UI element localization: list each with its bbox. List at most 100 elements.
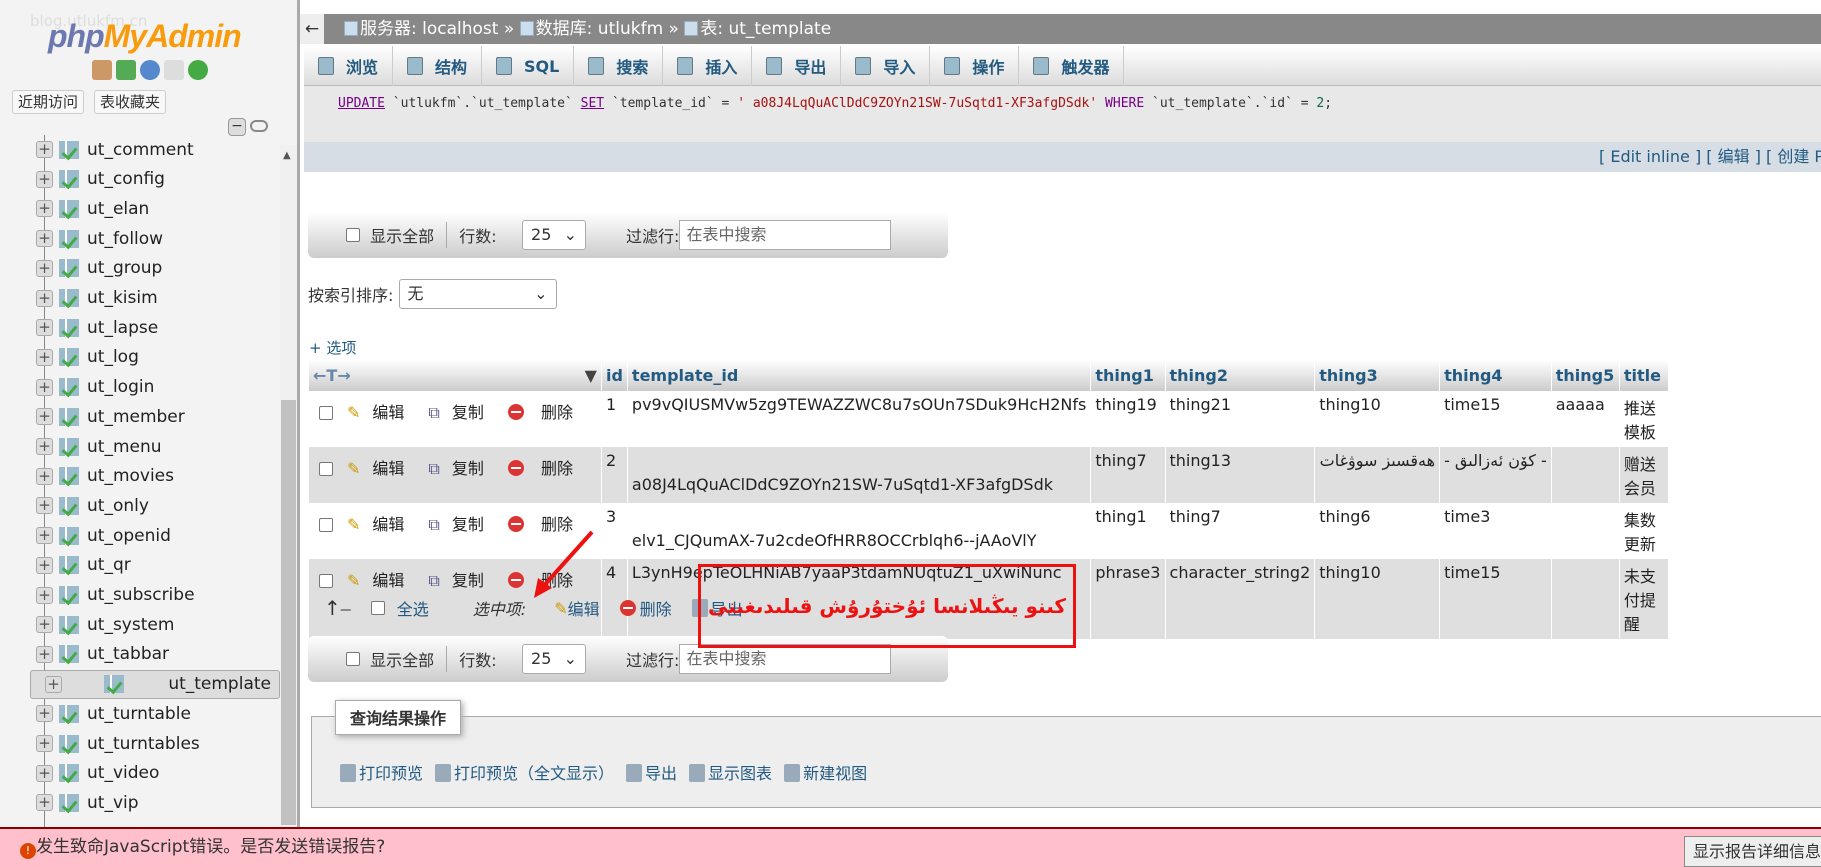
cell-thing4[interactable]: time15 [1439, 559, 1552, 639]
bulk-delete-button[interactable]: 删除 [640, 596, 672, 620]
table-name[interactable]: ut_kisim [87, 288, 158, 308]
expand-icon[interactable]: + [36, 735, 53, 752]
table-structure-icon[interactable] [59, 140, 79, 159]
expand-icon[interactable]: + [36, 408, 53, 426]
help-icon[interactable] [140, 60, 160, 80]
tab-3[interactable]: 搜索 [574, 46, 664, 86]
table-name[interactable]: ut_lapse [87, 318, 158, 338]
tab-5[interactable]: 导出 [752, 46, 842, 86]
cell-title[interactable]: 未支付提醒 [1619, 559, 1670, 639]
sidebar-table-ut_group[interactable]: + ut_group [30, 254, 280, 283]
expand-icon[interactable]: + [36, 645, 53, 663]
table-structure-icon[interactable] [59, 526, 79, 545]
row-delete-button[interactable]: 删除 [507, 403, 585, 422]
cell-id[interactable]: 2 [601, 447, 628, 503]
table-structure-icon[interactable] [59, 467, 79, 486]
sidebar-table-ut_video[interactable]: + ut_video [30, 759, 280, 788]
expand-icon[interactable]: + [36, 527, 53, 545]
table-structure-icon[interactable] [59, 289, 79, 307]
cell-thing1[interactable]: thing1 [1090, 503, 1166, 559]
tab-2[interactable]: SQL [482, 46, 575, 86]
cell-thing1[interactable]: thing7 [1090, 447, 1166, 503]
row-copy-button[interactable]: ⧉ 复制 [428, 403, 495, 422]
table-name[interactable]: ut_menu [87, 437, 162, 457]
cell-title[interactable]: 赠送会员 [1619, 447, 1670, 503]
sidebar-table-ut_tabbar[interactable]: + ut_tabbar [30, 640, 280, 669]
scrollbar-thumb[interactable] [281, 400, 296, 825]
back-arrow-icon[interactable]: ← [300, 14, 324, 44]
table-structure-icon[interactable] [59, 496, 79, 515]
sql-keyword[interactable]: SET [581, 96, 604, 111]
cell-thing4[interactable]: - كۆن ئەزالىق - [1439, 447, 1552, 503]
sidebar-table-ut_member[interactable]: + ut_member [30, 402, 280, 431]
table-name[interactable]: ut_elan [87, 199, 149, 219]
table-structure-icon[interactable] [59, 645, 79, 664]
table-name[interactable]: ut_template [168, 670, 271, 698]
sidebar-table-ut_system[interactable]: + ut_system [30, 610, 280, 639]
sidebar-table-ut_log[interactable]: + ut_log [30, 343, 280, 372]
breadcrumb-table[interactable]: 表: ut_template [700, 19, 831, 39]
table-structure-icon[interactable] [59, 734, 79, 753]
expand-icon[interactable]: + [36, 586, 53, 604]
tab-1[interactable]: 结构 [393, 46, 483, 86]
cell-title[interactable]: 集数更新 [1619, 503, 1670, 559]
cell-template_id[interactable]: pv9vQIUSMVw5zg9TEWAZZWC8u7sOUn7SDuk9HcH2… [627, 391, 1092, 447]
sort-select[interactable]: 无 ⌄ [398, 279, 557, 309]
table-name[interactable]: ut_group [87, 258, 162, 278]
column-header-title[interactable]: title [1619, 360, 1670, 391]
expand-icon[interactable]: + [36, 348, 53, 366]
sidebar-table-ut_template[interactable]: + ut_template [30, 669, 280, 699]
expand-icon[interactable]: + [36, 289, 53, 307]
table-structure-icon[interactable] [59, 318, 79, 337]
sidebar-table-ut_login[interactable]: + ut_login [30, 373, 280, 402]
column-header-thing1[interactable]: thing1 [1090, 360, 1166, 391]
table-name[interactable]: ut_tabbar [87, 644, 169, 664]
tab-6[interactable]: 导入 [841, 46, 931, 86]
row-copy-button[interactable]: ⧉ 复制 [428, 571, 495, 590]
row-edit-button[interactable]: ✎ 编辑 [347, 515, 416, 534]
sidebar-table-ut_lapse[interactable]: + ut_lapse [30, 313, 280, 342]
sidebar-table-ut_follow[interactable]: + ut_follow [30, 224, 280, 253]
select-all-checkbox[interactable] [370, 601, 385, 615]
column-header-thing5[interactable]: thing5 [1551, 360, 1620, 391]
table-structure-icon[interactable] [59, 229, 79, 248]
sidebar-table-ut_qr[interactable]: + ut_qr [30, 551, 280, 580]
tab-0[interactable]: 浏览 [304, 46, 394, 86]
sidebar-table-ut_comment[interactable]: + ut_comment [30, 135, 280, 164]
table-name[interactable]: ut_openid [87, 526, 171, 546]
scroll-up-icon[interactable]: ▲ [283, 150, 291, 161]
cell-thing5[interactable] [1551, 559, 1620, 639]
tab-8[interactable]: 触发器 [1019, 46, 1125, 86]
options-link[interactable]: + 选项 [309, 337, 356, 358]
table-name[interactable]: ut_follow [87, 229, 163, 249]
row-edit-button[interactable]: ✎ 编辑 [347, 403, 416, 422]
expand-icon[interactable]: + [36, 259, 53, 277]
cell-thing1[interactable]: phrase3 [1090, 559, 1166, 639]
sidebar-table-ut_menu[interactable]: + ut_menu [30, 432, 280, 461]
table-name[interactable]: ut_qr [87, 555, 131, 575]
show-all-checkbox[interactable] [346, 228, 360, 242]
sql-links[interactable]: [ Edit inline ] [ 编辑 ] [ 创建 PHP 代码 ] [1599, 142, 1821, 172]
breadcrumb-server[interactable]: 服务器: localhost [360, 19, 498, 39]
row-copy-button[interactable]: ⧉ 复制 [428, 459, 495, 478]
cell-template_id[interactable]: a08J4LqQuAClDdC9ZOYn21SW-7uSqtd1-XF3afgD… [627, 447, 1092, 503]
cell-title[interactable]: 推送模板 [1619, 391, 1670, 447]
table-name[interactable]: ut_system [87, 615, 174, 635]
sidebar-table-ut_turntable[interactable]: + ut_turntable [30, 699, 280, 728]
docs-icon[interactable] [164, 60, 184, 80]
table-structure-icon[interactable] [59, 615, 79, 634]
expand-icon[interactable]: + [36, 497, 53, 515]
breadcrumb-database[interactable]: 数据库: utlukfm [536, 19, 663, 39]
expand-icon[interactable]: + [36, 170, 53, 188]
table-name[interactable]: ut_log [87, 347, 139, 367]
row-edit-button[interactable]: ✎ 编辑 [347, 459, 416, 478]
rows-select[interactable]: 25 ⌄ [522, 220, 587, 250]
table-structure-icon[interactable] [59, 348, 79, 367]
row-checkbox[interactable] [319, 406, 333, 420]
sidebar-table-ut_vip[interactable]: + ut_vip [30, 788, 280, 817]
table-name[interactable]: ut_turntable [87, 704, 191, 724]
cell-thing2[interactable]: thing13 [1165, 447, 1316, 503]
column-header-thing2[interactable]: thing2 [1165, 360, 1316, 391]
logout-icon[interactable] [116, 60, 136, 80]
table-name[interactable]: ut_config [87, 169, 165, 189]
